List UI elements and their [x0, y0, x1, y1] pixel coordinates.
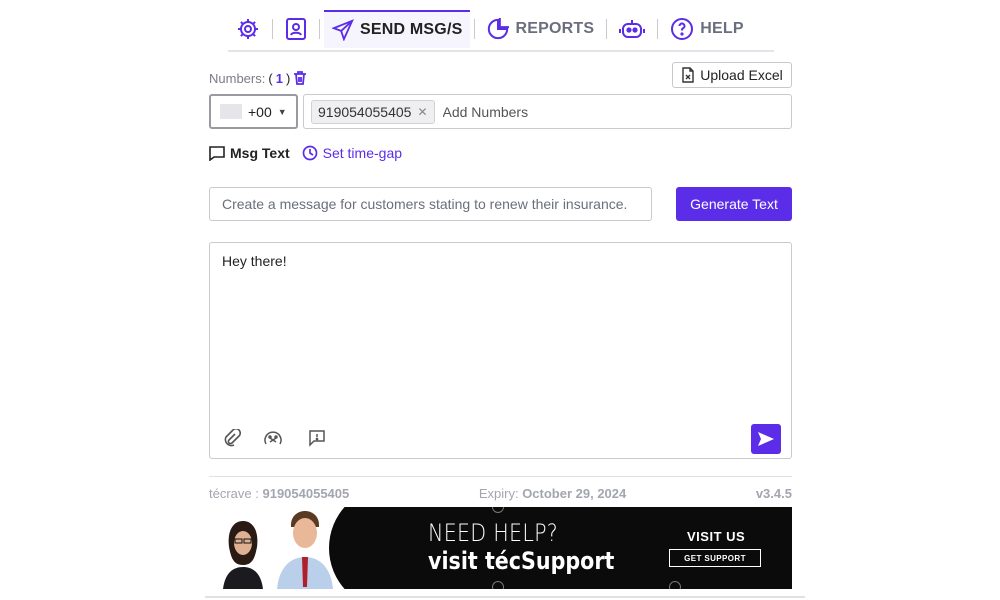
- question-icon: [670, 17, 694, 41]
- add-numbers-input[interactable]: [442, 103, 643, 120]
- top-nav: SEND MSG/S REPORTS HELP: [228, 8, 774, 52]
- nav-send-msgs[interactable]: SEND MSG/S: [324, 10, 471, 48]
- banner-dot: [492, 507, 504, 513]
- excel-file-icon: [681, 67, 695, 83]
- message-alert-icon[interactable]: [306, 427, 328, 449]
- number-chip-label: 919054055405: [318, 103, 412, 120]
- nav-reports[interactable]: REPORTS: [479, 11, 602, 47]
- number-chip[interactable]: 919054055405 ✕: [311, 99, 435, 124]
- numbers-input-box[interactable]: 919054055405 ✕: [303, 94, 792, 129]
- footer-info: técrave : 919054055405 Expiry: October 2…: [209, 486, 792, 501]
- account-number: 919054055405: [262, 486, 350, 501]
- expiry-date: October 29, 2024: [522, 486, 627, 501]
- expiry-info: Expiry: October 29, 2024: [479, 486, 626, 501]
- get-support-button[interactable]: GET SUPPORT: [669, 549, 761, 567]
- message-textarea[interactable]: Hey there!: [222, 253, 782, 413]
- paperclip-icon[interactable]: [221, 427, 243, 449]
- trash-icon[interactable]: [293, 70, 307, 86]
- account-label: técrave :: [209, 486, 259, 501]
- banner-title: NEED HELP?: [428, 519, 559, 547]
- nav-send-msgs-label: SEND MSG/S: [360, 21, 463, 38]
- emoji-icon[interactable]: [262, 427, 284, 449]
- account-info: técrave : 919054055405: [209, 486, 349, 501]
- pie-chart-icon: [487, 18, 510, 40]
- country-code-value: +00: [248, 103, 272, 120]
- bottom-divider: [205, 596, 805, 598]
- generate-text-button[interactable]: Generate Text: [676, 187, 792, 221]
- version-label: v3.4.5: [755, 486, 792, 501]
- nav-settings[interactable]: [228, 11, 268, 47]
- nav-help-label: HELP: [700, 20, 744, 37]
- message-options-row: Msg Text Set time-gap: [209, 145, 402, 161]
- footer-divider: [209, 476, 792, 477]
- nav-divider: [606, 19, 608, 39]
- nav-help[interactable]: HELP: [662, 11, 751, 47]
- msg-text-option[interactable]: Msg Text: [209, 145, 290, 161]
- woman-photo-icon: [223, 521, 263, 589]
- time-gap-label: Set time-gap: [322, 145, 403, 161]
- ai-prompt-input[interactable]: [209, 187, 652, 221]
- nav-divider: [272, 19, 273, 39]
- msg-text-label: Msg Text: [230, 145, 290, 161]
- send-message-button[interactable]: [751, 424, 781, 454]
- message-composer: Hey there!: [209, 242, 792, 459]
- support-banner[interactable]: NEED HELP? visit técSupport VISIT US GET…: [209, 507, 792, 589]
- remove-chip-icon[interactable]: ✕: [417, 105, 427, 119]
- close-paren: ): [285, 70, 291, 86]
- gear-icon: [236, 17, 260, 41]
- clock-icon: [302, 145, 318, 161]
- open-paren: (: [268, 70, 273, 86]
- upload-excel-label: Upload Excel: [700, 67, 783, 83]
- man-photo-icon: [277, 511, 333, 589]
- upload-excel-button[interactable]: Upload Excel: [672, 62, 792, 88]
- robot-icon: [619, 18, 646, 40]
- numbers-text: Numbers:: [209, 70, 266, 86]
- set-time-gap-link[interactable]: Set time-gap: [302, 145, 402, 161]
- banner-visit-us: VISIT US: [687, 529, 746, 544]
- paper-plane-icon: [332, 19, 354, 41]
- banner-subtitle: visit técSupport: [428, 547, 615, 575]
- contact-card-icon: [285, 17, 307, 41]
- flag-icon: [220, 104, 242, 119]
- caret-down-icon: ▼: [277, 106, 287, 117]
- numbers-label: Numbers: ( 1 ): [209, 70, 307, 86]
- numbers-count: 1: [275, 70, 283, 86]
- nav-reports-label: REPORTS: [515, 20, 595, 37]
- nav-contacts[interactable]: [277, 11, 315, 47]
- nav-bot[interactable]: [611, 11, 653, 47]
- country-code-select[interactable]: +00 ▼: [209, 94, 298, 129]
- nav-divider: [319, 19, 320, 39]
- nav-divider: [657, 19, 659, 39]
- banner-dot: [669, 581, 681, 589]
- send-icon: [758, 432, 774, 446]
- nav-divider: [474, 19, 476, 39]
- expiry-label: Expiry:: [478, 486, 519, 501]
- chat-bubble-icon: [209, 145, 225, 161]
- banner-dot: [492, 581, 504, 589]
